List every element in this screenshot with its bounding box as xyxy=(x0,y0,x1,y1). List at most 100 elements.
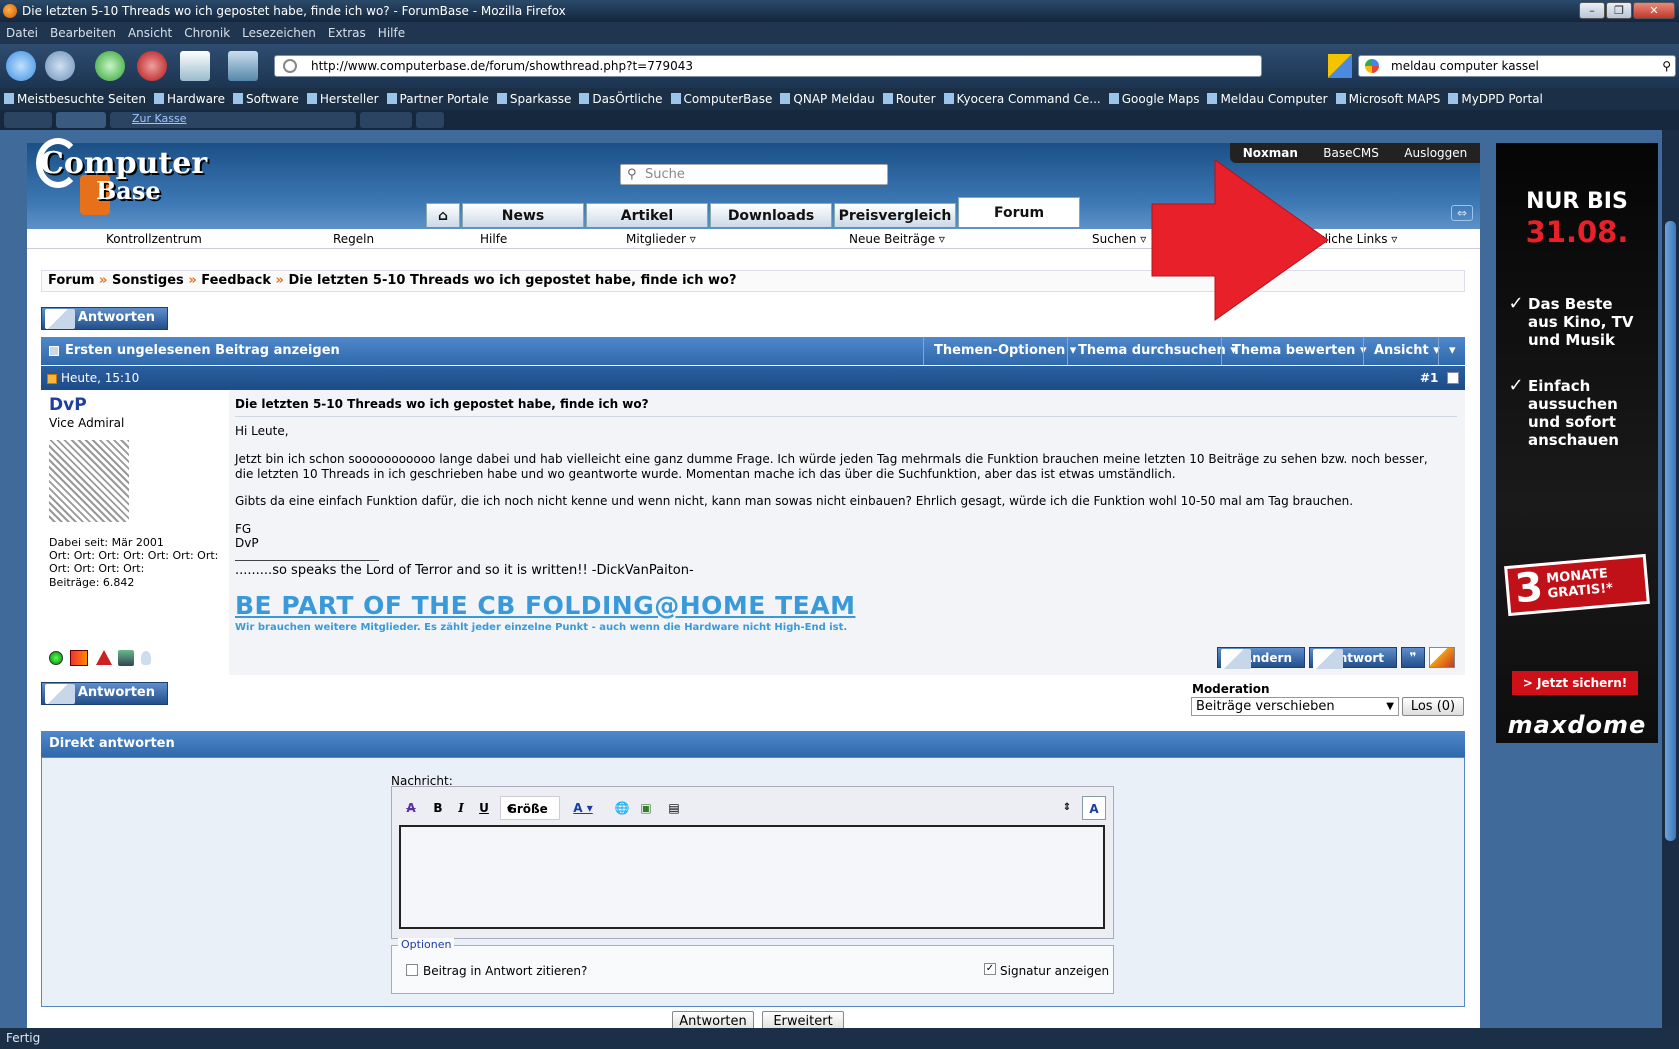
bookmark-item[interactable]: Partner Portale xyxy=(387,88,489,110)
browser-tab[interactable] xyxy=(416,112,444,128)
tab-link-zur-kasse[interactable]: Zur Kasse xyxy=(132,112,187,125)
thema-bewerten-menu[interactable]: Thema bewerten ▾ xyxy=(1221,337,1376,365)
ansicht-menu[interactable]: Ansicht ▾ xyxy=(1363,337,1450,365)
reply-button-bottom[interactable]: Antworten xyxy=(41,682,168,705)
site-logo-base[interactable]: Base xyxy=(96,176,161,205)
reload-icon[interactable] xyxy=(95,51,125,81)
tab-news[interactable]: News xyxy=(462,203,584,227)
breadcrumb-forum[interactable]: Forum xyxy=(48,273,95,288)
quote-reply-button[interactable]: Antwort xyxy=(1309,647,1397,669)
post-number[interactable]: #1 xyxy=(1420,366,1438,390)
remove-format-icon[interactable]: A xyxy=(400,796,422,820)
thema-durchsuchen-menu[interactable]: Thema durchsuchen ▾ xyxy=(1067,337,1247,365)
tab-downloads[interactable]: Downloads xyxy=(710,203,832,227)
minimize-button[interactable]: – xyxy=(1579,2,1605,19)
bookmark-item[interactable]: Sparkasse xyxy=(497,88,572,110)
idea-icon[interactable] xyxy=(141,651,151,665)
bold-button[interactable]: B xyxy=(428,796,448,820)
more-menu[interactable]: ▾ xyxy=(1438,337,1466,365)
menu-chronik[interactable]: Chronik xyxy=(184,22,230,44)
subnav-kontrollzentrum[interactable]: Kontrollzentrum xyxy=(106,229,202,249)
ad-cta-button[interactable]: > Jetzt sichern! xyxy=(1512,671,1638,695)
addon-icon[interactable] xyxy=(1328,54,1352,78)
search-icon[interactable]: ⚲ xyxy=(1662,56,1671,76)
themen-optionen-menu[interactable]: Themen-Optionen ▾ xyxy=(923,337,1086,365)
first-unread-link[interactable]: Ersten ungelesenen Beitrag anzeigen xyxy=(41,343,340,358)
post-username[interactable]: DvP xyxy=(49,395,87,415)
image-icon[interactable]: ▣ xyxy=(636,796,656,820)
switch-editor-icon[interactable]: A xyxy=(1082,796,1106,820)
quote-icon[interactable]: ▤ xyxy=(664,796,684,820)
browser-tab[interactable] xyxy=(360,112,412,128)
tab-artikel[interactable]: Artikel xyxy=(586,203,708,227)
bookmark-item[interactable]: QNAP Meldau xyxy=(780,88,874,110)
bookmark-item[interactable]: Software xyxy=(233,88,299,110)
subnav-neue-beitraege[interactable]: Neue Beiträge ▿ xyxy=(849,229,945,249)
multiquote-icon[interactable]: ❞ xyxy=(1401,647,1425,668)
tab-preisvergleich[interactable]: Preisvergleich xyxy=(834,203,956,227)
link-icon[interactable]: 🌐 xyxy=(612,796,632,820)
browser-search-input[interactable]: meldau computer kassel ⚲ xyxy=(1358,55,1676,77)
subnav-hilfe[interactable]: Hilfe xyxy=(480,229,507,249)
bookmark-item[interactable]: ComputerBase xyxy=(671,88,773,110)
font-color-button[interactable]: A ▾ xyxy=(568,796,598,820)
bookmark-item[interactable]: Google Maps xyxy=(1109,88,1200,110)
url-bar[interactable]: http://www.computerbase.de/forum/showthr… xyxy=(274,55,1262,77)
signature-banner-link[interactable]: BE PART OF THE CB FOLDING@HOME TEAM xyxy=(235,591,855,620)
menu-datei[interactable]: Datei xyxy=(6,22,38,44)
report-icon[interactable] xyxy=(96,650,112,665)
underline-button[interactable]: U xyxy=(474,796,494,820)
message-textarea[interactable] xyxy=(399,825,1105,929)
breadcrumb-sonstiges[interactable]: Sonstiges xyxy=(112,273,184,288)
reply-button-top[interactable]: Antworten xyxy=(41,307,168,330)
font-size-select[interactable]: Größe ▾ xyxy=(500,796,560,820)
bookmark-item[interactable]: Hersteller xyxy=(307,88,379,110)
bookmark-item[interactable]: MyDPD Portal xyxy=(1448,88,1542,110)
quote-checkbox[interactable] xyxy=(406,964,418,976)
tab-forum[interactable]: Forum xyxy=(958,197,1080,227)
menu-ansicht[interactable]: Ansicht xyxy=(128,22,172,44)
logout-link[interactable]: Ausloggen xyxy=(1404,143,1467,163)
bookmark-item[interactable]: Router xyxy=(883,88,936,110)
bookmark-item[interactable]: Hardware xyxy=(154,88,225,110)
basecms-link[interactable]: BaseCMS xyxy=(1323,143,1379,163)
breadcrumb-feedback[interactable]: Feedback xyxy=(201,273,271,288)
site-search-input[interactable]: Suche xyxy=(620,164,888,185)
moderation-select[interactable]: Beiträge verschieben ▼ xyxy=(1191,697,1399,716)
bookmark-item[interactable]: Meistbesuchte Seiten xyxy=(4,88,146,110)
menu-bearbeiten[interactable]: Bearbeiten xyxy=(50,22,116,44)
advertisement[interactable]: NUR BIS 31.08. ✓ Das Beste aus Kino, TV … xyxy=(1496,143,1658,743)
newtab-icon[interactable] xyxy=(228,51,258,81)
browser-tab[interactable] xyxy=(4,112,52,128)
maximize-button[interactable]: ❐ xyxy=(1606,2,1632,19)
ip-icon[interactable] xyxy=(118,650,134,666)
scrollbar-thumb[interactable] xyxy=(1665,221,1676,841)
italic-button[interactable]: I xyxy=(451,796,471,820)
forward-icon[interactable] xyxy=(45,51,75,81)
close-button[interactable]: ✕ xyxy=(1633,2,1675,19)
tab-home[interactable]: ⌂ xyxy=(426,203,460,227)
signature-checkbox[interactable]: ✓ xyxy=(984,963,996,975)
menu-extras[interactable]: Extras xyxy=(328,22,366,44)
bookmark-item[interactable]: Kyocera Command Ce... xyxy=(944,88,1101,110)
profile-icon[interactable] xyxy=(70,650,88,666)
subnav-regeln[interactable]: Regeln xyxy=(333,229,374,249)
edit-post-button[interactable]: Ändern xyxy=(1217,647,1305,669)
expand-width-icon[interactable]: ⇔ xyxy=(1451,205,1473,221)
home-icon[interactable] xyxy=(180,51,210,81)
subnav-mitglieder[interactable]: Mitglieder ▿ xyxy=(626,229,696,249)
back-icon[interactable] xyxy=(6,51,36,81)
post-select-checkbox[interactable] xyxy=(1447,372,1459,384)
resize-icon[interactable]: ⇕ xyxy=(1060,796,1074,820)
main-tabs: ⌂ News Artikel Downloads Preisvergleich … xyxy=(426,197,1080,227)
bookmark-item[interactable]: Microsoft MAPS xyxy=(1336,88,1441,110)
subnav-suchen[interactable]: Suchen ▿ xyxy=(1092,229,1146,249)
stop-icon[interactable] xyxy=(137,51,167,81)
browser-tab-active[interactable] xyxy=(56,112,106,128)
quick-reply-icon[interactable] xyxy=(1429,647,1455,668)
bookmark-item[interactable]: Meldau Computer xyxy=(1207,88,1327,110)
bookmark-item[interactable]: DasÖrtliche xyxy=(579,88,662,110)
menu-hilfe[interactable]: Hilfe xyxy=(378,22,405,44)
moderation-go-button[interactable]: Los (0) xyxy=(1402,697,1464,716)
menu-lesezeichen[interactable]: Lesezeichen xyxy=(242,22,316,44)
